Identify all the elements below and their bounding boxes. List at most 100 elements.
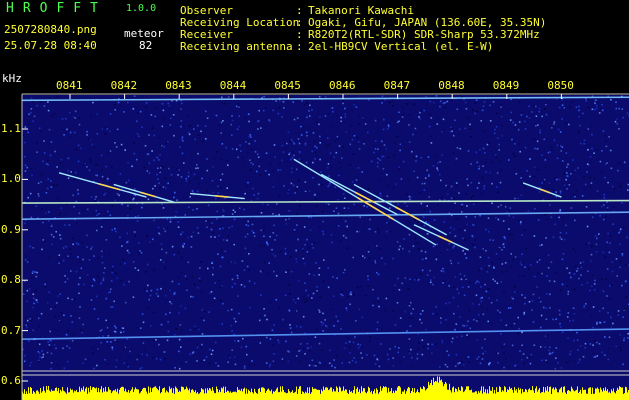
noise-speck — [547, 187, 550, 190]
noise-speck — [346, 225, 348, 228]
amplitude-bar — [299, 386, 300, 400]
noise-speck — [29, 192, 32, 195]
noise-speck — [454, 119, 456, 122]
noise-speck — [565, 178, 567, 181]
noise-speck — [305, 300, 308, 303]
noise-speck — [101, 255, 103, 258]
noise-speck — [543, 306, 545, 309]
noise-speck — [51, 224, 53, 227]
noise-speck — [59, 162, 62, 164]
noise-speck — [369, 228, 371, 230]
y-tick-label: 0.7 — [1, 323, 21, 337]
noise-speck — [587, 149, 589, 151]
noise-speck — [505, 270, 508, 272]
noise-speck — [57, 329, 59, 332]
noise-speck — [285, 106, 287, 108]
amplitude-bar — [521, 393, 522, 400]
amplitude-bar — [375, 393, 376, 400]
noise-speck — [565, 361, 568, 364]
noise-speck — [236, 128, 239, 131]
noise-speck — [174, 191, 176, 194]
noise-speck — [164, 294, 167, 297]
noise-speck — [476, 339, 479, 341]
noise-speck — [118, 194, 120, 197]
amplitude-bar — [61, 391, 62, 400]
noise-speck — [305, 161, 308, 164]
noise-speck — [129, 207, 132, 210]
noise-speck — [71, 237, 74, 239]
noise-speck — [122, 327, 125, 330]
noise-speck — [419, 318, 421, 321]
noise-speck — [148, 241, 151, 243]
noise-speck — [592, 306, 595, 308]
amplitude-bar — [248, 389, 249, 400]
noise-speck — [178, 283, 180, 285]
info-label-antenna: Receiving antenna — [180, 40, 293, 53]
noise-speck — [220, 300, 222, 302]
noise-speck — [515, 173, 518, 175]
noise-speck — [32, 297, 35, 300]
noise-speck — [589, 343, 592, 345]
noise-speck — [268, 262, 270, 264]
noise-speck — [139, 367, 142, 370]
noise-speck — [106, 321, 108, 323]
noise-speck — [240, 150, 242, 152]
noise-speck — [145, 102, 148, 104]
amplitude-bar — [490, 390, 491, 400]
noise-speck — [174, 333, 176, 336]
noise-speck — [170, 302, 173, 305]
noise-speck — [117, 101, 120, 104]
noise-speck — [514, 197, 516, 200]
noise-speck — [433, 101, 435, 104]
noise-speck — [500, 319, 502, 321]
amplitude-bar — [162, 388, 163, 400]
amplitude-bar — [86, 387, 87, 400]
noise-speck — [541, 115, 543, 118]
amplitude-bar — [589, 387, 590, 400]
noise-speck — [64, 275, 66, 277]
noise-speck — [453, 197, 455, 200]
noise-speck — [260, 212, 263, 214]
noise-speck — [319, 171, 322, 173]
noise-speck — [430, 135, 432, 137]
noise-speck — [378, 160, 380, 162]
noise-speck — [503, 242, 505, 245]
noise-speck — [150, 325, 152, 327]
amplitude-bar — [364, 388, 365, 400]
noise-speck — [458, 128, 461, 130]
noise-speck — [260, 245, 262, 247]
noise-speck — [342, 193, 345, 195]
noise-speck — [233, 218, 236, 221]
noise-speck — [520, 194, 523, 197]
amplitude-bar — [537, 391, 538, 400]
amplitude-bar — [205, 388, 206, 400]
amplitude-bar — [385, 386, 386, 400]
noise-speck — [576, 270, 578, 272]
noise-speck — [137, 215, 140, 217]
noise-speck — [112, 269, 115, 271]
noise-speck — [97, 275, 99, 277]
amplitude-bar — [180, 391, 181, 400]
noise-speck — [473, 318, 475, 321]
noise-speck — [496, 172, 499, 174]
noise-speck — [572, 248, 575, 250]
noise-speck — [430, 117, 433, 119]
amplitude-bar — [527, 392, 528, 400]
noise-speck — [201, 291, 203, 294]
noise-speck — [34, 271, 36, 273]
noise-speck — [119, 104, 122, 107]
noise-speck — [50, 367, 52, 370]
noise-speck — [54, 315, 56, 318]
noise-speck — [111, 346, 114, 349]
noise-speck — [574, 250, 576, 252]
noise-speck — [148, 162, 150, 165]
noise-speck — [318, 342, 321, 345]
amplitude-bar — [258, 389, 259, 400]
noise-speck — [351, 108, 354, 111]
noise-speck — [318, 123, 320, 126]
noise-speck — [607, 232, 609, 235]
noise-speck — [367, 275, 369, 277]
noise-speck — [308, 110, 310, 112]
noise-speck — [297, 297, 300, 300]
noise-speck — [355, 179, 358, 181]
